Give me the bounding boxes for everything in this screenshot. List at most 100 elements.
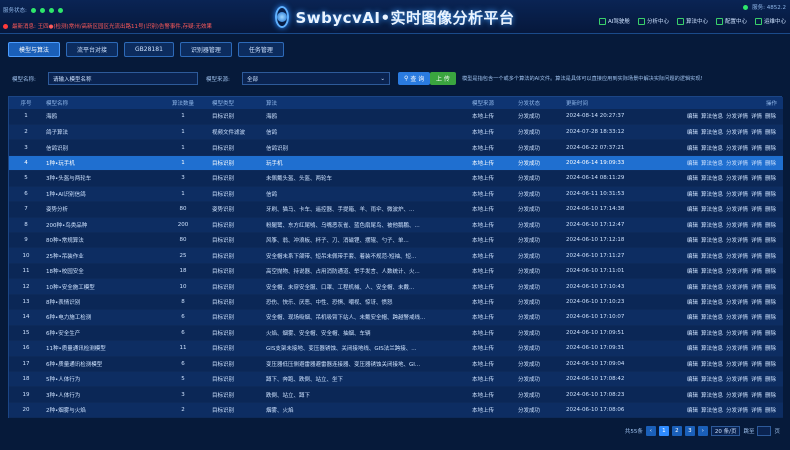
table-row[interactable]: 17 6种•质量通讯检测模型 6 目标识别 变压器低压侧避雷器避雷器连接器、变压器锈蚀关… (9, 356, 783, 372)
dispatch-detail-button[interactable]: 分发详情 (726, 269, 748, 275)
dispatch-detail-button[interactable]: 分发详情 (726, 377, 748, 383)
table-row[interactable]: 20 2种•烟雾与火焰 2 目标识别 烟雾、火焰 本地上传 分发成功 2024-06-10 1… (9, 402, 783, 419)
algorithm-info-button[interactable]: 算法信息 (701, 377, 723, 383)
delete-button[interactable]: 删除 (765, 346, 776, 352)
dispatch-detail-button[interactable]: 分发详情 (726, 176, 748, 182)
edit-button[interactable]: 编辑 (687, 346, 698, 352)
delete-button[interactable]: 删除 (765, 285, 776, 291)
table-row[interactable]: 10 25种•吊装作业 25 目标识别 安全帽未系下颌带、短吊未佩带手套、着装不规范-短… (9, 247, 783, 264)
detail-button[interactable]: 详情 (751, 207, 762, 213)
model-source-select[interactable]: 全部 ⌄ (242, 72, 390, 85)
delete-button[interactable]: 删除 (765, 176, 776, 182)
query-button[interactable]: ⚲ 查 询 (398, 72, 431, 85)
algorithm-info-button[interactable]: 算法信息 (701, 408, 723, 414)
dispatch-detail-button[interactable]: 分发详情 (726, 238, 748, 244)
upload-button[interactable]: 上 传 (430, 72, 456, 85)
algorithm-info-button[interactable]: 算法信息 (701, 362, 723, 368)
detail-button[interactable]: 详情 (751, 223, 762, 229)
table-row[interactable]: 11 18种•校园安全 18 目标识别 高空抛物、持说器、占用消防通道、举手发言、人数统… (9, 263, 783, 280)
delete-button[interactable]: 删除 (765, 114, 776, 120)
detail-button[interactable]: 详情 (751, 408, 762, 414)
table-row[interactable]: 6 1种•AI识别信鸽 1 目标识别 信鸽 本地上传 分发成功 2024-06-11 10:3… (9, 186, 783, 203)
delete-button[interactable]: 删除 (765, 362, 776, 368)
table-row[interactable]: 3 信鸽识别 1 目标识别 信鸽识别 本地上传 分发成功 2024-06-22 07:37:2… (9, 139, 783, 156)
page-2-button[interactable]: 2 (671, 426, 682, 436)
detail-button[interactable]: 详情 (751, 393, 762, 399)
detail-button[interactable]: 详情 (751, 300, 762, 306)
detail-button[interactable]: 详情 (751, 346, 762, 352)
edit-button[interactable]: 编辑 (687, 130, 698, 136)
nav-dashboard[interactable]: AI驾驶舱 (599, 17, 630, 25)
algorithm-info-button[interactable]: 算法信息 (701, 146, 723, 152)
algorithm-info-button[interactable]: 算法信息 (701, 300, 723, 306)
tab-models[interactable]: 模型与算法 (8, 42, 61, 57)
detail-button[interactable]: 详情 (751, 161, 762, 167)
delete-button[interactable]: 删除 (765, 146, 776, 152)
dispatch-detail-button[interactable]: 分发详情 (726, 315, 748, 321)
algorithm-info-button[interactable]: 算法信息 (701, 269, 723, 275)
table-row[interactable]: 19 3种•人体行为 3 目标识别 跌倒、站立、蹲下 本地上传 分发成功 2024-06-10… (9, 386, 783, 403)
table-row[interactable]: 7 姿势分析 80 姿势识别 牙刷、猫马、卡车、遥控器、手提箱、羊、雨伞、微波炉、...… (9, 201, 783, 218)
delete-button[interactable]: 删除 (765, 408, 776, 414)
table-row[interactable]: 15 6种•安全生产 6 目标识别 火焰、烟雾、安全帽、安全帽、抽烟、车辆 本地上传 分发成… (9, 325, 783, 342)
dispatch-detail-button[interactable]: 分发详情 (726, 223, 748, 229)
edit-button[interactable]: 编辑 (687, 362, 698, 368)
tab-stream-platform[interactable]: 流平台对接 (66, 42, 119, 57)
detail-button[interactable]: 详情 (751, 331, 762, 337)
edit-button[interactable]: 编辑 (687, 114, 698, 120)
delete-button[interactable]: 删除 (765, 192, 776, 198)
dispatch-detail-button[interactable]: 分发详情 (726, 331, 748, 337)
nav-analysis[interactable]: 分析中心 (637, 17, 669, 25)
detail-button[interactable]: 详情 (751, 130, 762, 136)
algorithm-info-button[interactable]: 算法信息 (701, 315, 723, 321)
algorithm-info-button[interactable]: 算法信息 (701, 331, 723, 337)
delete-button[interactable]: 删除 (765, 315, 776, 321)
delete-button[interactable]: 删除 (765, 300, 776, 306)
algorithm-info-button[interactable]: 算法信息 (701, 254, 723, 260)
edit-button[interactable]: 编辑 (687, 315, 698, 321)
table-row[interactable]: 12 10种•安全施工模型 10 目标识别 安全帽、未穿安全服、口罩、工程机械、人、安全… (9, 278, 783, 295)
table-row[interactable]: 8 200种•鸟类品种 200 目标识别 粉腿鹭、东方红尾鸲、乌嘴恶灰雀、蓝色扇尾鸟、被… (9, 217, 783, 234)
edit-button[interactable]: 编辑 (687, 146, 698, 152)
delete-button[interactable]: 删除 (765, 238, 776, 244)
algorithm-info-button[interactable]: 算法信息 (701, 176, 723, 182)
alarm-message[interactable]: 最新消息: 王四●(检测)常州/高新区园区光流出路11号(识别)告警事件,存疑:… (12, 22, 212, 30)
edit-button[interactable]: 编辑 (687, 408, 698, 414)
dispatch-detail-button[interactable]: 分发详情 (726, 346, 748, 352)
detail-button[interactable]: 详情 (751, 192, 762, 198)
edit-button[interactable]: 编辑 (687, 223, 698, 229)
algorithm-info-button[interactable]: 算法信息 (701, 192, 723, 198)
delete-button[interactable]: 删除 (765, 130, 776, 136)
dispatch-detail-button[interactable]: 分发详情 (726, 408, 748, 414)
table-row[interactable]: 5 3种•头盔与两轮车 3 目标识别 未佩戴头盔、头盔、两轮车 本地上传 分发成功 2024-… (9, 170, 783, 187)
dispatch-detail-button[interactable]: 分发详情 (726, 393, 748, 399)
edit-button[interactable]: 编辑 (687, 192, 698, 198)
edit-button[interactable]: 编辑 (687, 254, 698, 260)
algorithm-info-button[interactable]: 算法信息 (701, 346, 723, 352)
edit-button[interactable]: 编辑 (687, 161, 698, 167)
delete-button[interactable]: 删除 (765, 269, 776, 275)
detail-button[interactable]: 详情 (751, 254, 762, 260)
table-row[interactable]: 14 6种•电力施工检测 6 目标识别 安全帽、现场吸烟、吊机吸臂下站人、未戴安全帽、跨… (9, 309, 783, 326)
edit-button[interactable]: 编辑 (687, 285, 698, 291)
algorithm-info-button[interactable]: 算法信息 (701, 285, 723, 291)
tab-gb28181[interactable]: GB28181 (124, 42, 174, 57)
algorithm-info-button[interactable]: 算法信息 (701, 223, 723, 229)
dispatch-detail-button[interactable]: 分发详情 (726, 114, 748, 120)
dispatch-detail-button[interactable]: 分发详情 (726, 146, 748, 152)
delete-button[interactable]: 删除 (765, 207, 776, 213)
table-row[interactable]: 16 11种•质量通讯检测模型 11 目标识别 GIS支架未接地、变压器锈蚀、关闭接地线… (9, 340, 783, 357)
model-name-input[interactable]: 请输入模型名称 (48, 72, 198, 85)
page-1-button[interactable]: 1 (658, 426, 669, 436)
edit-button[interactable]: 编辑 (687, 269, 698, 275)
dispatch-detail-button[interactable]: 分发详情 (726, 285, 748, 291)
nav-ops[interactable]: 运维中心 (754, 17, 786, 25)
dispatch-detail-button[interactable]: 分发详情 (726, 161, 748, 167)
delete-button[interactable]: 删除 (765, 331, 776, 337)
jump-input[interactable] (757, 426, 772, 436)
delete-button[interactable]: 删除 (765, 377, 776, 383)
dispatch-detail-button[interactable]: 分发详情 (726, 192, 748, 198)
table-row[interactable]: 9 80种•常规算法 80 目标识别 风筝、翁、冲浪板、杯子、刀、消磁锂、摆辊、勺子、单… (9, 232, 783, 249)
dispatch-detail-button[interactable]: 分发详情 (726, 130, 748, 136)
algorithm-info-button[interactable]: 算法信息 (701, 207, 723, 213)
